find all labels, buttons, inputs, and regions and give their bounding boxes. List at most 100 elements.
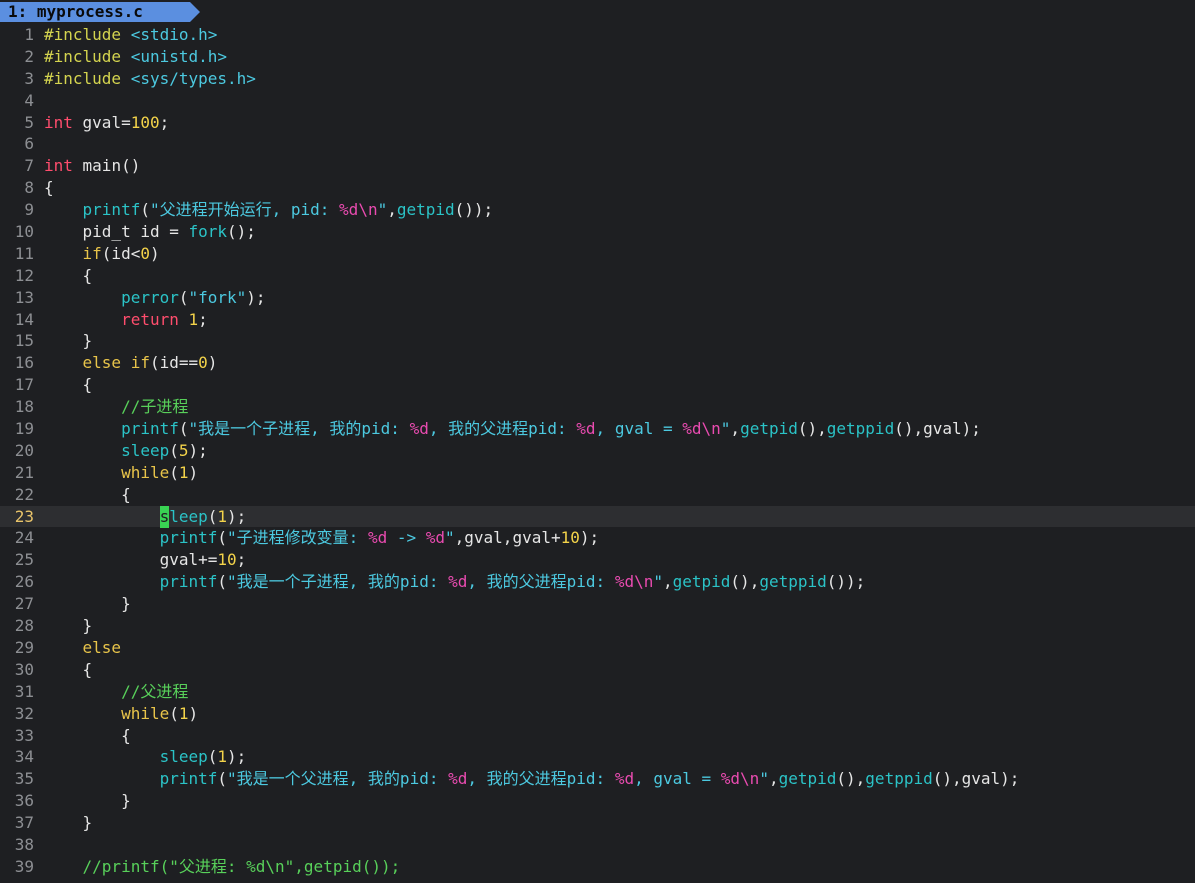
code-line[interactable]: 3 #include <sys/types.h> <box>0 68 1195 90</box>
line-text[interactable]: sleep(1); <box>44 746 247 768</box>
line-text[interactable]: sleep(5); <box>44 440 208 462</box>
code-line[interactable]: 23 sleep(1); <box>0 505 1195 528</box>
line-text[interactable]: else <box>44 637 122 659</box>
line-text[interactable]: { <box>44 725 131 747</box>
line-text[interactable]: int main() <box>44 155 140 177</box>
code-line[interactable]: 9 printf("父进程开始运行, pid: %d\n",getpid()); <box>0 199 1195 221</box>
code-line[interactable]: 38 <box>0 834 1195 856</box>
line-number: 14 <box>14 309 34 329</box>
code-line[interactable]: 12 { <box>0 265 1195 287</box>
line-text[interactable]: } <box>44 812 93 834</box>
tab-myprocess-c[interactable]: 1: myprocess.c <box>0 2 200 22</box>
line-text[interactable]: } <box>44 593 131 615</box>
line-text[interactable]: if(id<0) <box>44 243 160 265</box>
line-text[interactable]: printf("子进程修改变量: %d -> %d",gval,gval+10)… <box>44 527 600 549</box>
code-line[interactable]: 6 <box>0 133 1195 155</box>
line-number: 8 <box>24 178 34 198</box>
line-text[interactable]: else if(id==0) <box>44 352 218 374</box>
code-line[interactable]: 20 sleep(5); <box>0 440 1195 462</box>
code-line[interactable]: 5 int gval=100; <box>0 112 1195 134</box>
line-number: 27 <box>14 594 34 614</box>
code-line[interactable]: 25 gval+=10; <box>0 549 1195 571</box>
code-line[interactable]: 21 while(1) <box>0 462 1195 484</box>
code-line[interactable]: 39 //printf("父进程: %d\n",getpid()); <box>0 856 1195 878</box>
code-area[interactable]: 1 #include <stdio.h> 2 #include <unistd.h> 3… <box>0 24 1195 878</box>
code-line[interactable]: 28 } <box>0 615 1195 637</box>
code-line[interactable]: 36 } <box>0 790 1195 812</box>
line-text[interactable]: pid_t id = fork(); <box>44 221 256 243</box>
line-number: 36 <box>14 791 34 811</box>
line-text[interactable]: printf("我是一个子进程, 我的pid: %d, 我的父进程pid: %d… <box>44 418 981 440</box>
code-line[interactable]: 18 //子进程 <box>0 396 1195 418</box>
line-text[interactable]: printf("我是一个子进程, 我的pid: %d, 我的父进程pid: %d… <box>44 571 866 593</box>
code-line[interactable]: 34 sleep(1); <box>0 746 1195 768</box>
line-number: 16 <box>14 353 34 373</box>
line-text[interactable]: printf("父进程开始运行, pid: %d\n",getpid()); <box>44 199 494 221</box>
code-line[interactable]: 19 printf("我是一个子进程, 我的pid: %d, 我的父进程pid:… <box>0 418 1195 440</box>
line-number: 6 <box>24 134 34 154</box>
line-number: 34 <box>14 747 34 767</box>
line-number: 37 <box>14 813 34 833</box>
code-line[interactable]: 31 //父进程 <box>0 681 1195 703</box>
code-line[interactable]: 2 #include <unistd.h> <box>0 46 1195 68</box>
line-text[interactable]: sleep(1); <box>44 505 246 528</box>
tab-line: 1: myprocess.c <box>0 0 1195 24</box>
line-text[interactable]: #include <stdio.h> <box>44 24 217 46</box>
line-text[interactable]: { <box>44 484 131 506</box>
line-number: 2 <box>24 46 34 66</box>
line-text[interactable]: } <box>44 790 131 812</box>
line-number: 1 <box>24 25 34 44</box>
code-line[interactable]: 7 int main() <box>0 155 1195 177</box>
line-number: 10 <box>14 222 34 242</box>
line-text[interactable]: #include <sys/types.h> <box>44 68 256 90</box>
line-number: 24 <box>14 528 34 548</box>
line-number: 35 <box>14 769 34 789</box>
line-text[interactable]: while(1) <box>44 703 198 725</box>
line-text[interactable]: printf("我是一个父进程, 我的pid: %d, 我的父进程pid: %d… <box>44 768 1020 790</box>
cursor: s <box>159 505 170 528</box>
line-text[interactable]: { <box>44 374 93 396</box>
code-line[interactable]: 32 while(1) <box>0 703 1195 725</box>
code-line[interactable]: 11 if(id<0) <box>0 243 1195 265</box>
line-number: 31 <box>14 681 34 701</box>
line-text[interactable]: gval+=10; <box>44 549 247 571</box>
code-line[interactable]: 16 else if(id==0) <box>0 352 1195 374</box>
line-text[interactable]: while(1) <box>44 462 198 484</box>
code-line[interactable]: 4 <box>0 90 1195 112</box>
vim-editor[interactable]: 1: myprocess.c 1 #include <stdio.h> 2 #incl… <box>0 0 1195 883</box>
line-number: 32 <box>14 703 34 723</box>
code-line[interactable]: 37 } <box>0 812 1195 834</box>
line-number: 17 <box>14 375 34 395</box>
line-text[interactable]: perror("fork"); <box>44 287 266 309</box>
code-line[interactable]: 33 { <box>0 725 1195 747</box>
line-number: 21 <box>14 462 34 482</box>
code-line[interactable]: 30 { <box>0 659 1195 681</box>
line-number: 9 <box>24 200 34 220</box>
code-line[interactable]: 26 printf("我是一个子进程, 我的pid: %d, 我的父进程pid:… <box>0 571 1195 593</box>
line-number: 38 <box>14 834 34 854</box>
code-line[interactable]: 13 perror("fork"); <box>0 287 1195 309</box>
line-number: 23 <box>14 506 34 526</box>
code-line[interactable]: 27 } <box>0 593 1195 615</box>
code-line[interactable]: 22 { <box>0 484 1195 506</box>
code-line[interactable]: 15 } <box>0 330 1195 352</box>
line-text[interactable]: { <box>44 177 54 199</box>
line-text[interactable]: { <box>44 265 93 287</box>
line-text[interactable]: #include <unistd.h> <box>44 46 227 68</box>
code-line[interactable]: 24 printf("子进程修改变量: %d -> %d",gval,gval+… <box>0 527 1195 549</box>
line-text[interactable]: } <box>44 615 93 637</box>
line-text[interactable]: int gval=100; <box>44 112 169 134</box>
line-text[interactable]: } <box>44 330 93 352</box>
line-text[interactable]: { <box>44 659 93 681</box>
line-text[interactable]: //printf("父进程: %d\n",getpid()); <box>44 856 401 878</box>
code-line[interactable]: 35 printf("我是一个父进程, 我的pid: %d, 我的父进程pid:… <box>0 768 1195 790</box>
code-line[interactable]: 10 pid_t id = fork(); <box>0 221 1195 243</box>
code-line[interactable]: 17 { <box>0 374 1195 396</box>
code-line[interactable]: 14 return 1; <box>0 309 1195 331</box>
line-text[interactable]: //子进程 <box>44 396 188 418</box>
line-text[interactable]: return 1; <box>44 309 208 331</box>
line-text[interactable]: //父进程 <box>44 681 188 703</box>
code-line[interactable]: 8{ <box>0 177 1195 199</box>
code-line[interactable]: 1 #include <stdio.h> <box>0 24 1195 46</box>
code-line[interactable]: 29 else <box>0 637 1195 659</box>
